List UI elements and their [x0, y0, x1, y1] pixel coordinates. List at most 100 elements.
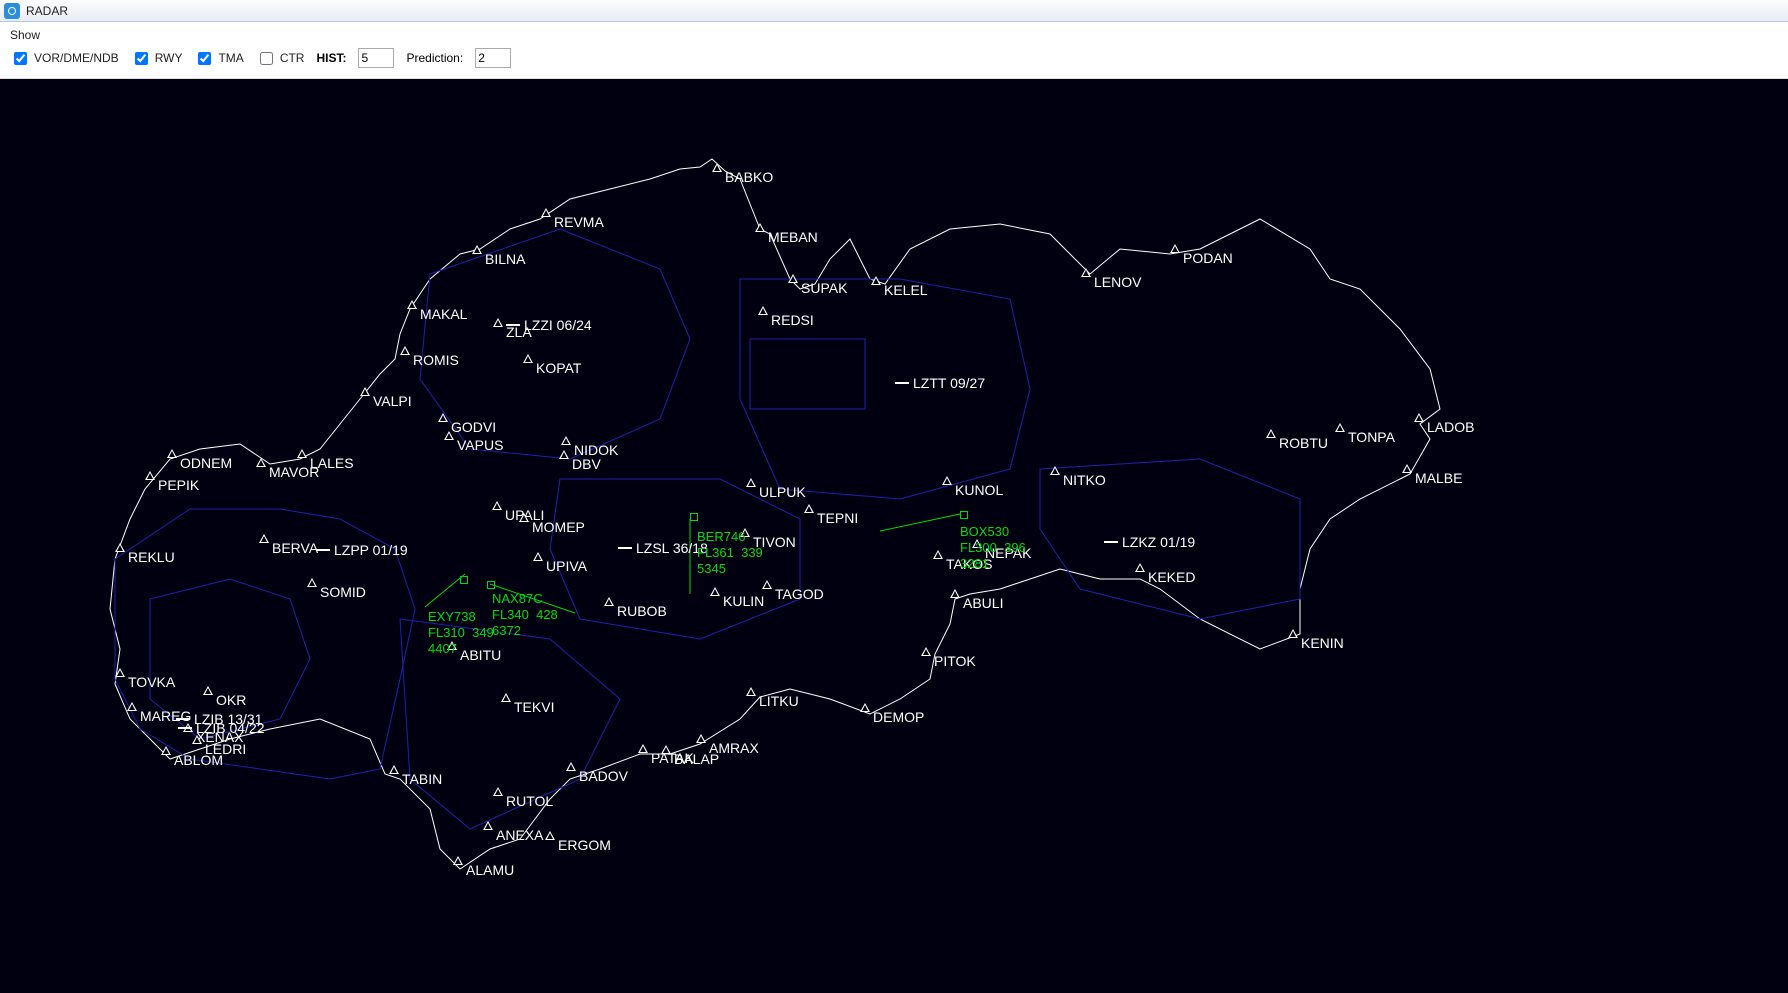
waypoint-symbol [1050, 466, 1060, 475]
waypoint-symbol [746, 478, 756, 487]
waypoint-label: ABULI [963, 595, 1003, 611]
radar-scope[interactable]: BABKOREVMAMEBANBILNAPODANLENOVSUPAKKELEL… [0, 79, 1788, 993]
waypoint-label: ABLOM [174, 752, 223, 768]
prediction-spinner[interactable] [475, 48, 511, 68]
waypoint-symbol [545, 831, 555, 840]
titlebar[interactable]: RADAR [0, 0, 1788, 22]
waypoint-symbol [1081, 268, 1091, 277]
waypoint-label: REDSI [771, 312, 814, 328]
waypoint-label: RUBOB [617, 603, 667, 619]
waypoint-symbol [950, 589, 960, 598]
tma-checkbox-label[interactable]: TMA [194, 49, 243, 68]
ctr-label-text: CTR [280, 51, 305, 65]
waypoint-symbol [755, 223, 765, 232]
waypoint-symbol [523, 354, 533, 363]
waypoint-symbol [661, 745, 671, 754]
waypoint-symbol [483, 821, 493, 830]
waypoint-symbol [127, 702, 137, 711]
waypoint-symbol [559, 450, 569, 459]
waypoint-symbol [566, 762, 576, 771]
toolbar-controls: VOR/DME/NDB RWY TMA CTR HIST: Prediction… [10, 48, 1778, 68]
runway-symbol [176, 718, 190, 720]
waypoint-label: KUNOL [955, 482, 1003, 498]
waypoint-symbol [712, 163, 722, 172]
waypoint-label: MAVOR [269, 464, 319, 480]
waypoint-symbol [871, 276, 881, 285]
runway-symbol [618, 547, 632, 549]
waypoint-symbol [638, 744, 648, 753]
waypoint-label: MAREG [140, 708, 191, 724]
waypoint-symbol [493, 787, 503, 796]
aircraft-symbol[interactable] [690, 513, 698, 521]
waypoint-label: PEPIK [158, 477, 199, 493]
waypoint-label: DBV [572, 456, 601, 472]
waypoint-symbol [453, 856, 463, 865]
waypoint-label: BABKO [725, 169, 773, 185]
waypoint-label: BILNA [485, 251, 525, 267]
waypoint-symbol [933, 550, 943, 559]
waypoint-symbol [1402, 464, 1412, 473]
aircraft-datablock[interactable]: EXY738 FL310 349 4407 [428, 609, 494, 657]
waypoint-label: REVMA [554, 214, 604, 230]
runway-symbol [316, 549, 330, 551]
waypoint-label: LITKU [759, 693, 799, 709]
waypoint-label: KOPAT [536, 360, 581, 376]
waypoint-symbol [400, 346, 410, 355]
hist-spinner[interactable] [358, 48, 394, 68]
waypoint-symbol [533, 552, 543, 561]
runway-symbol [1104, 541, 1118, 543]
waypoint-symbol [758, 306, 768, 315]
waypoint-symbol [1335, 423, 1345, 432]
tma-checkbox[interactable] [198, 52, 211, 65]
waypoint-symbol [1170, 244, 1180, 253]
aircraft-symbol[interactable] [487, 581, 495, 589]
aircraft-symbol[interactable] [960, 511, 968, 519]
waypoint-label: SOMID [320, 584, 366, 600]
waypoint-symbol [360, 387, 370, 396]
waypoint-symbol [788, 274, 798, 283]
aircraft-datablock[interactable]: BER746 FL361 339 5345 [697, 529, 763, 577]
aircraft-symbol[interactable] [460, 576, 468, 584]
waypoint-symbol [145, 471, 155, 480]
waypoint-label: ROMIS [413, 352, 459, 368]
waypoint-label: TONPA [1348, 429, 1395, 445]
waypoint-label: TOVKA [128, 674, 175, 690]
vor-checkbox-label[interactable]: VOR/DME/NDB [10, 49, 119, 68]
waypoint-symbol [444, 431, 454, 440]
waypoint-label: TABIN [402, 771, 442, 787]
waypoint-label: ERGOM [558, 837, 611, 853]
waypoint-label: MALBE [1415, 470, 1462, 486]
ctr-checkbox[interactable] [260, 52, 273, 65]
waypoint-symbol [407, 300, 417, 309]
rwy-checkbox[interactable] [135, 52, 148, 65]
ctr-checkbox-label[interactable]: CTR [256, 49, 305, 68]
waypoint-label: MOMEP [532, 519, 585, 535]
waypoint-symbol [604, 597, 614, 606]
waypoint-label: OKR [216, 692, 246, 708]
waypoint-symbol [696, 734, 706, 743]
waypoint-label: TEKVI [514, 699, 554, 715]
vor-checkbox[interactable] [14, 52, 27, 65]
waypoint-symbol [167, 449, 177, 458]
waypoint-symbol [256, 458, 266, 467]
waypoint-label: KULIN [723, 593, 764, 609]
waypoint-symbol [501, 693, 511, 702]
tma-label-text: TMA [218, 51, 243, 65]
tma-lztt-box [750, 339, 865, 409]
waypoint-label: KEKED [1148, 569, 1195, 585]
aircraft-datablock[interactable]: BOX530 FL300 396 3281 [960, 524, 1026, 572]
waypoint-symbol [1266, 429, 1276, 438]
aircraft-datablock[interactable]: NAX87C FL340 428 6372 [492, 591, 558, 639]
show-group-label: Show [10, 28, 1778, 42]
waypoint-symbol [492, 501, 502, 510]
waypoint-label: UPIVA [546, 558, 587, 574]
rwy-checkbox-label[interactable]: RWY [131, 49, 183, 68]
waypoint-symbol [762, 580, 772, 589]
waypoint-label: NITKO [1063, 472, 1106, 488]
waypoint-label: GODVI [451, 419, 496, 435]
waypoint-label: TAGOD [775, 586, 824, 602]
waypoint-label: KENIN [1301, 635, 1344, 651]
waypoint-symbol [942, 476, 952, 485]
waypoint-label: PITOK [934, 653, 976, 669]
waypoint-symbol [1135, 563, 1145, 572]
